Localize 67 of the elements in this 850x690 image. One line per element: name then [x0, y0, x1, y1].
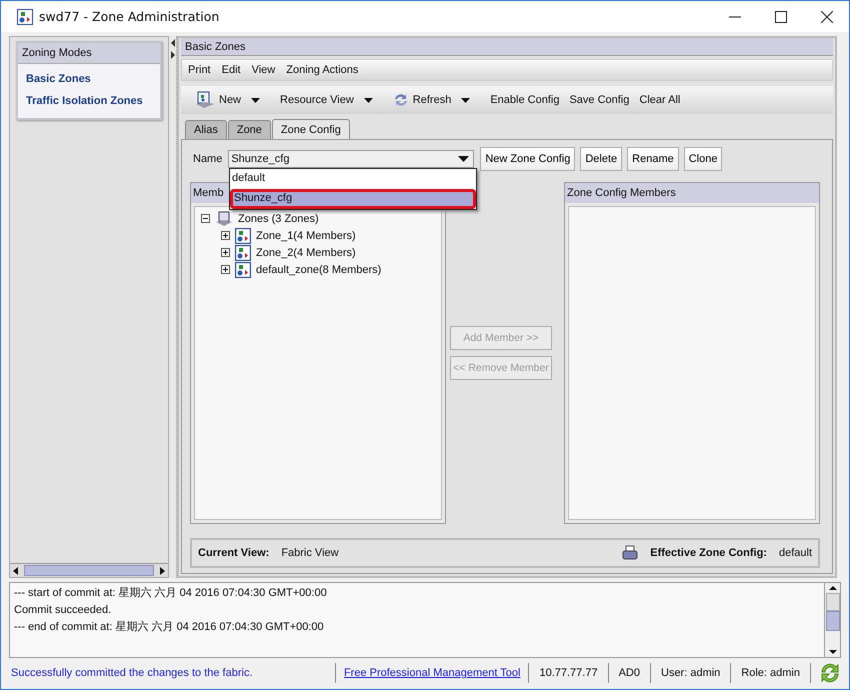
server-stack-icon — [215, 210, 233, 226]
mode-link[interactable]: Basic Zones — [26, 68, 152, 90]
toolbar-button[interactable]: Refresh — [388, 92, 456, 108]
caret-icon[interactable] — [364, 98, 373, 102]
field-label: Effective Zone Config: — [650, 547, 767, 559]
status-field: Role: admin — [739, 667, 802, 679]
toolbar-button[interactable]: Save Config — [565, 94, 634, 106]
refresh-icon[interactable] — [819, 662, 841, 684]
menu-item[interactable]: Print — [188, 64, 211, 76]
tab[interactable]: Alias — [185, 120, 227, 139]
tab[interactable]: Zone — [228, 120, 271, 139]
zone-icon — [235, 228, 251, 244]
zone-icon — [235, 262, 251, 278]
printer-icon[interactable] — [622, 545, 638, 561]
scroll-down-icon[interactable] — [826, 647, 838, 657]
config-button[interactable]: Clone — [684, 147, 722, 171]
caret-icon[interactable] — [461, 98, 470, 102]
window-title: swd77 - Zone Administration — [39, 9, 220, 24]
mode-link[interactable]: Traffic Isolation Zones — [26, 90, 152, 112]
tool-link[interactable]: Free Professional Management Tool — [344, 667, 520, 679]
log-line: --- start of commit at: 星期六 六月 04 2016 07:04:30 GMT+00:00 — [14, 586, 328, 601]
scrollbar-thumb[interactable] — [826, 611, 840, 631]
current-view-value: Fabric View — [281, 547, 339, 559]
panel-header: Zoning Modes — [18, 43, 160, 64]
splitter-arrows-icon[interactable] — [170, 38, 176, 62]
tree-item[interactable]: Zones (3 Zones) — [238, 212, 319, 224]
status-field: User: admin — [659, 667, 722, 679]
toolbar-button[interactable]: Clear All — [635, 94, 684, 106]
expander-icon[interactable] — [201, 214, 210, 223]
expander-icon[interactable] — [221, 248, 230, 257]
status-message: Successfully committed the changes to the fabric. — [11, 667, 254, 679]
maximize-icon[interactable] — [775, 10, 787, 22]
refresh-icon — [392, 92, 409, 108]
tab[interactable]: Zone Config — [272, 119, 350, 139]
panel-header: Basic Zones — [181, 38, 833, 56]
log-line: Commit succeeded. — [14, 603, 112, 618]
vertical-scrollbar[interactable] — [824, 583, 840, 657]
log-line: --- end of commit at: 星期六 六月 04 2016 07:04:30 GMT+00:00 — [14, 620, 325, 635]
toolbar-button[interactable]: Enable Config — [486, 94, 564, 106]
config-button[interactable]: Rename — [627, 147, 679, 171]
menu-item[interactable]: Edit — [222, 64, 241, 76]
field-label: Name — [193, 153, 222, 165]
status-field: 10.77.77.77 — [537, 667, 600, 679]
panel-header: Zone Config Members — [565, 183, 819, 203]
zone-icon — [235, 244, 251, 260]
tree-item[interactable]: Zone_1(4 Members) — [256, 230, 356, 242]
expander-icon[interactable] — [221, 231, 230, 240]
tree-item[interactable]: Zone_2(4 Members) — [256, 246, 356, 258]
close-icon[interactable] — [821, 10, 833, 22]
menu-item[interactable]: View — [252, 64, 276, 76]
horizontal-scrollbar[interactable] — [10, 563, 168, 577]
expander-icon[interactable] — [221, 265, 230, 274]
toolbar-button[interactable]: Resource View — [276, 94, 358, 106]
new-document-icon — [195, 91, 215, 109]
tree-item[interactable]: default_zone(8 Members) — [256, 264, 382, 276]
effective-config-value: default — [778, 547, 812, 559]
dropdown-option[interactable]: Shunze_cfg — [230, 189, 476, 209]
field-label: Current View: — [198, 547, 270, 559]
config-button[interactable]: New Zone Config — [480, 147, 576, 171]
caret-icon[interactable] — [251, 98, 260, 102]
config-button[interactable]: Delete — [580, 147, 622, 171]
caret-icon — [458, 156, 470, 162]
name-dropdown[interactable]: Shunze_cfg — [228, 150, 474, 168]
menu-item[interactable]: Zoning Actions — [286, 64, 358, 76]
status-field: AD0 — [616, 667, 642, 679]
toolbar-button[interactable]: New — [191, 91, 246, 109]
app-icon — [17, 8, 33, 24]
